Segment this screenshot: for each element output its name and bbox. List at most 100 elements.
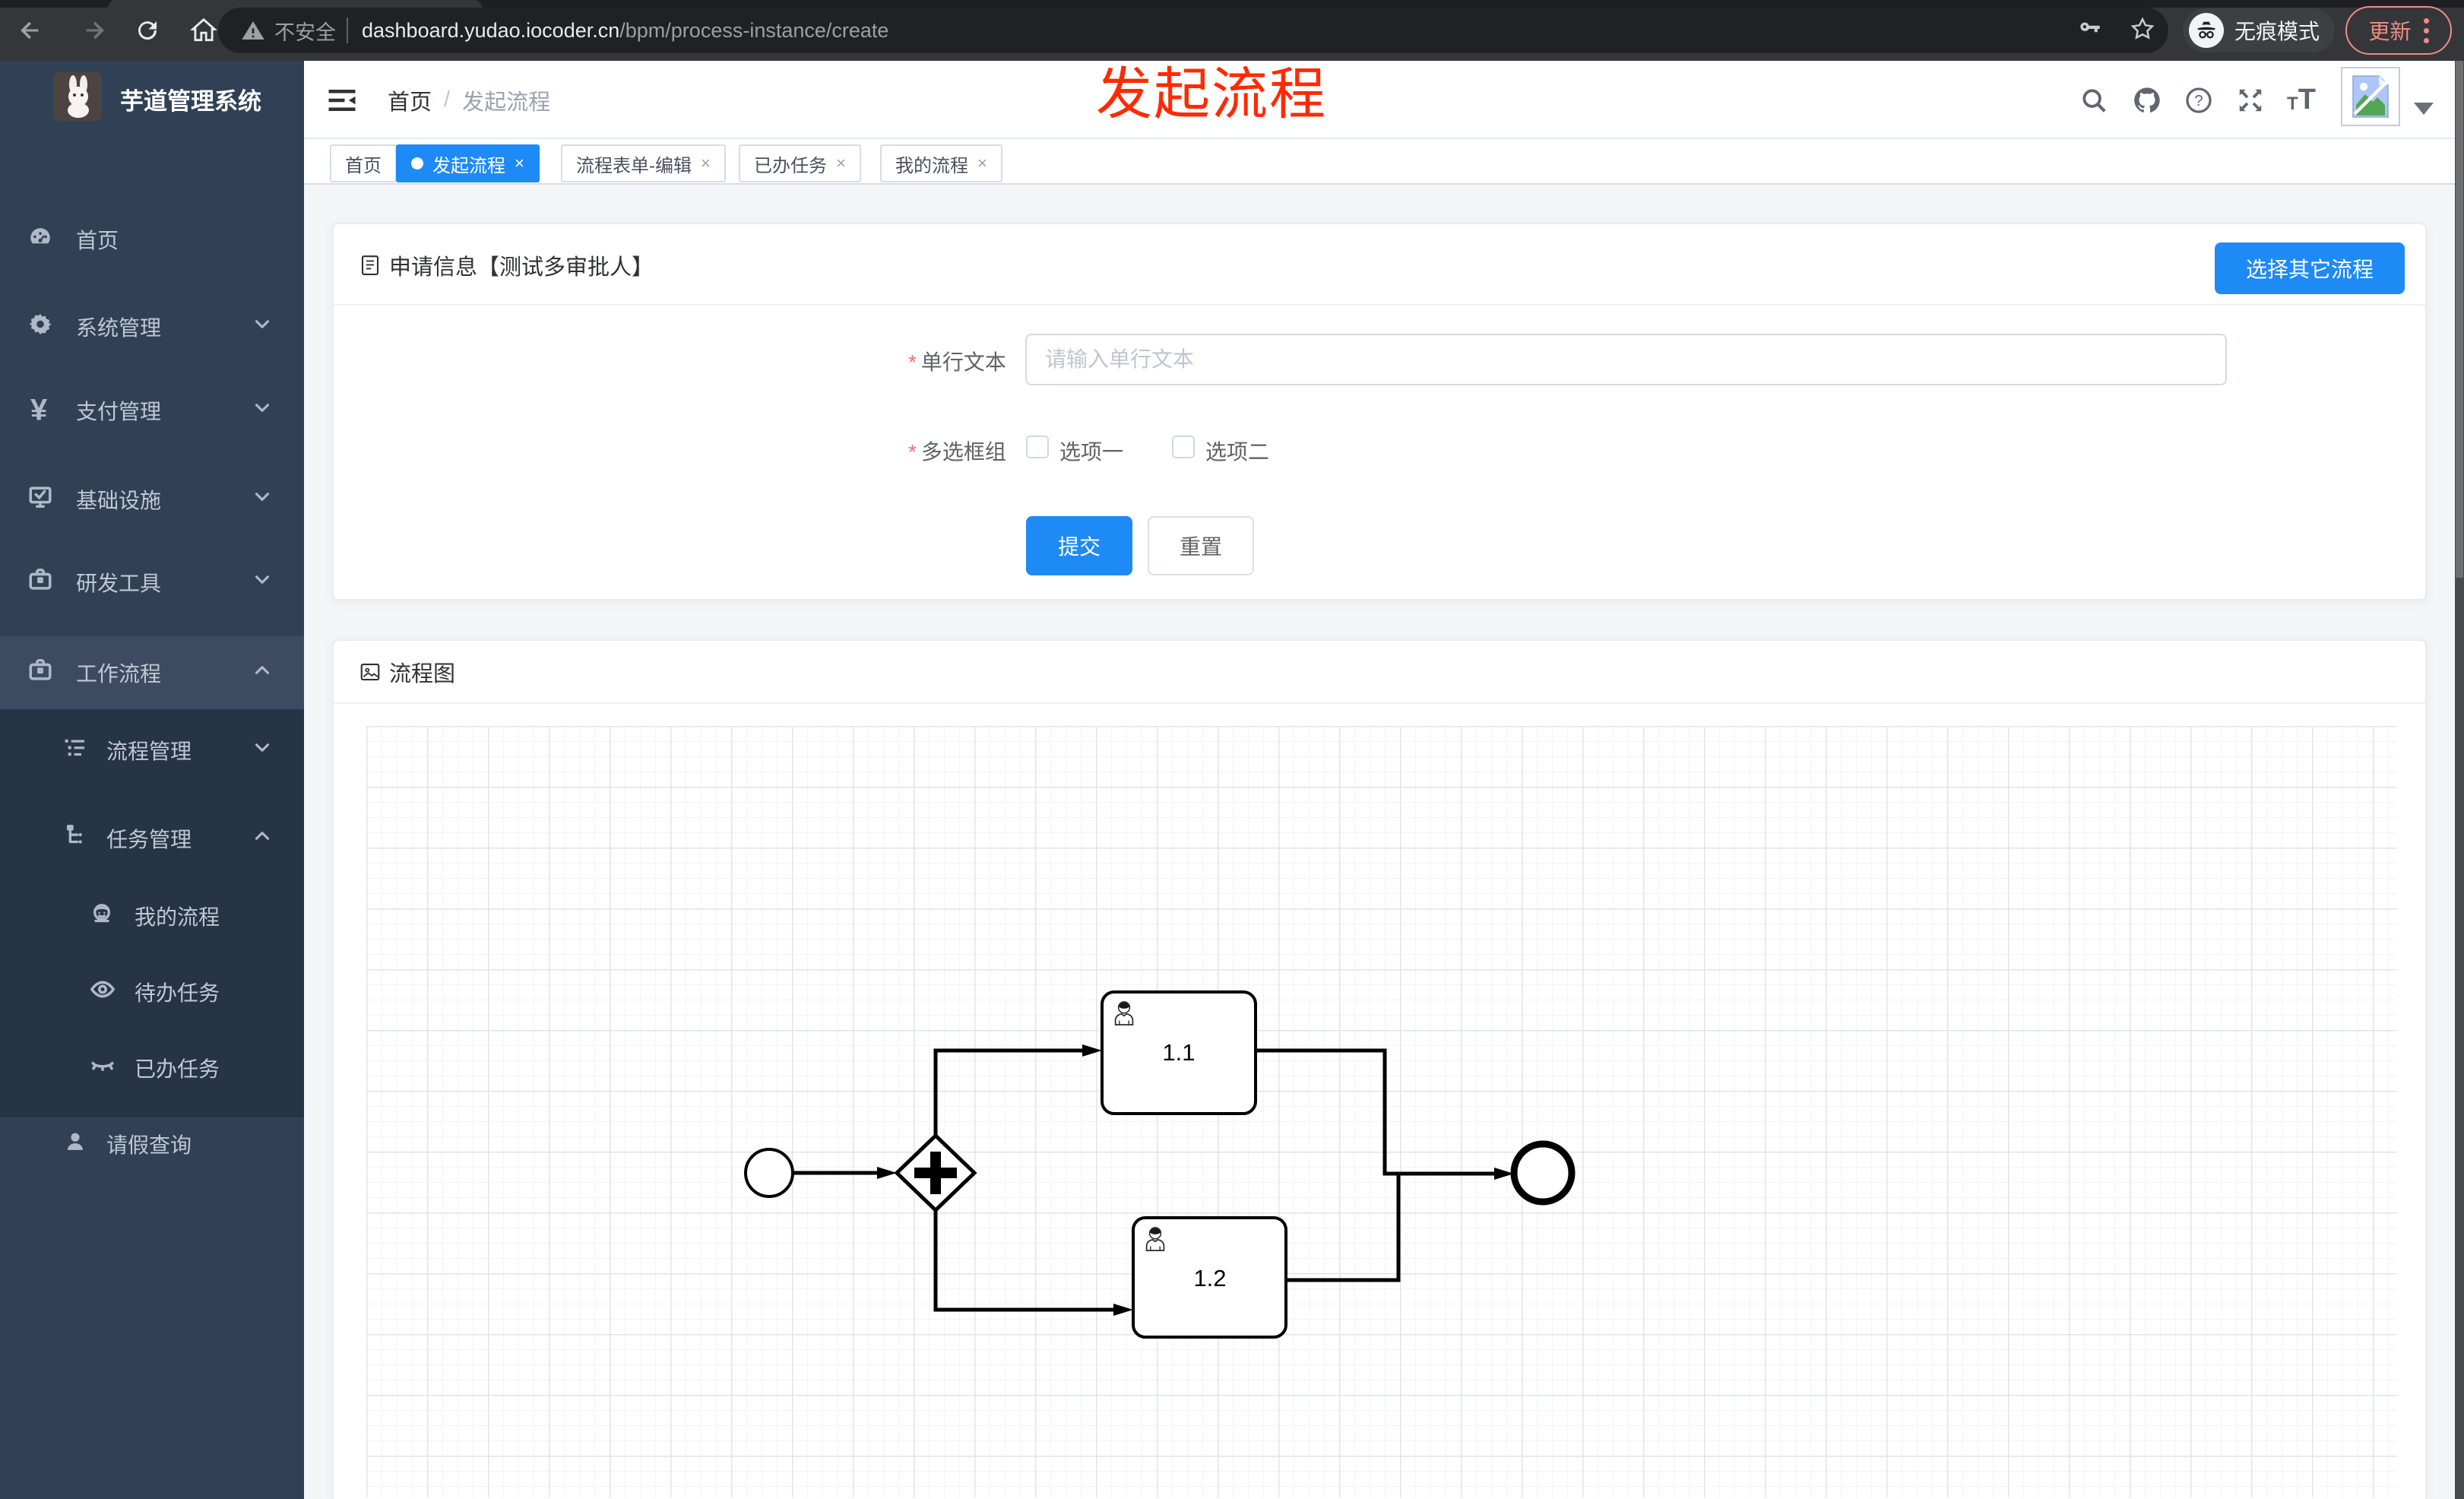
close-icon[interactable]: × xyxy=(977,154,987,173)
sidebar-item-label: 首页 xyxy=(76,229,119,252)
app-title: 芋道管理系统 xyxy=(120,88,261,115)
sidebar-item-label: 请假查询 xyxy=(106,1133,192,1157)
sidebar-item-task-mgmt[interactable]: 任务管理 xyxy=(0,800,304,876)
window-scrollbar[interactable] xyxy=(2455,61,2464,1499)
eye-closed-icon xyxy=(90,1053,116,1084)
sidebar-item-workflow[interactable]: 工作流程 xyxy=(0,636,304,709)
flow-gateway-to-task1 xyxy=(933,1048,1082,1136)
submit-button[interactable]: 提交 xyxy=(1026,516,1132,575)
page-url[interactable]: dashboard.yudao.iocoder.cn/bpm/process-i… xyxy=(362,19,888,43)
app-logo xyxy=(53,72,102,121)
sidebar-item-label: 支付管理 xyxy=(76,400,162,423)
sidebar: 芋道管理系统 首页 系统管理 ¥ 支付管理 基础设施 研发工具 工作流程 流程管… xyxy=(0,61,304,1499)
tab-label: 已办任务 xyxy=(754,155,827,176)
tab-home[interactable]: 首页 xyxy=(330,144,397,182)
breadcrumb-current: 发起流程 xyxy=(462,90,551,115)
briefcase-icon xyxy=(27,567,53,598)
breadcrumb: 首页 / 发起流程 xyxy=(388,61,550,139)
user-task-1-2[interactable]: 1.2 xyxy=(1132,1216,1287,1339)
tab-start-process[interactable]: 发起流程 × xyxy=(396,144,540,182)
reload-icon[interactable] xyxy=(126,0,169,61)
field-label-checkbox-group: * 多选框组 xyxy=(908,440,1006,464)
key-icon[interactable] xyxy=(2077,16,2103,46)
sidebar-item-payment[interactable]: ¥ 支付管理 xyxy=(0,372,304,448)
card-title-row: 流程图 xyxy=(359,651,455,692)
chevron-down-icon xyxy=(251,486,274,514)
sidebar-item-label: 待办任务 xyxy=(135,981,220,1005)
fullscreen-icon[interactable] xyxy=(2228,61,2273,139)
close-icon[interactable]: × xyxy=(836,154,846,173)
kebab-menu-icon[interactable] xyxy=(2423,17,2429,43)
eye-open-icon xyxy=(90,977,116,1008)
warning-icon[interactable] xyxy=(241,18,265,43)
chevron-up-icon xyxy=(251,659,274,687)
incognito-label: 无痕模式 xyxy=(2234,20,2320,43)
tab-process-form-edit[interactable]: 流程表单-编辑 × xyxy=(561,144,726,182)
sidebar-item-label: 已办任务 xyxy=(135,1057,220,1081)
sidebar-item-home[interactable]: 首页 xyxy=(0,201,304,277)
bpmn-canvas[interactable]: 1.1 1.2 xyxy=(366,726,2397,1497)
svg-text:?: ? xyxy=(2194,92,2203,109)
active-dot xyxy=(411,157,423,170)
sidebar-item-todo-tasks[interactable]: 待办任务 xyxy=(0,954,304,1030)
help-icon[interactable]: ? xyxy=(2176,61,2222,139)
font-size-icon[interactable]: TT xyxy=(2279,61,2324,139)
sidebar-item-infrastructure[interactable]: 基础设施 xyxy=(0,461,304,537)
sidebar-item-devtools[interactable]: 研发工具 xyxy=(0,544,304,620)
required-asterisk: * xyxy=(908,440,917,464)
scrollbar-thumb[interactable] xyxy=(2456,61,2463,578)
search-icon[interactable] xyxy=(2071,61,2117,139)
close-icon[interactable]: × xyxy=(515,154,524,173)
sidebar-collapse-icon[interactable] xyxy=(319,61,365,139)
gear-icon xyxy=(27,312,53,343)
choose-other-process-button[interactable]: 选择其它流程 xyxy=(2215,242,2405,294)
sidebar-item-my-process[interactable]: 我的流程 xyxy=(0,878,304,954)
sidebar-item-leave-query[interactable]: 请假查询 xyxy=(0,1106,304,1182)
tab-done-tasks[interactable]: 已办任务 × xyxy=(739,144,861,182)
list-icon xyxy=(63,736,87,765)
security-label[interactable]: 不安全 xyxy=(274,16,336,46)
checkbox-option-1[interactable] xyxy=(1026,436,1049,458)
star-icon[interactable] xyxy=(2129,15,2156,46)
field-label-single-line: * 单行文本 xyxy=(908,350,1006,374)
incognito-badge: 无痕模式 xyxy=(2183,8,2335,52)
chevron-up-icon xyxy=(251,825,274,853)
sidebar-item-system[interactable]: 系统管理 xyxy=(0,289,304,365)
start-event[interactable] xyxy=(744,1148,794,1198)
tab-label: 我的流程 xyxy=(895,155,968,176)
user-task-1-1[interactable]: 1.1 xyxy=(1101,990,1257,1115)
single-line-text-input[interactable] xyxy=(1025,334,2227,385)
breadcrumb-home[interactable]: 首页 xyxy=(388,84,432,116)
checkbox-label-1[interactable]: 选项一 xyxy=(1059,436,1123,466)
face-icon xyxy=(90,902,114,931)
checkbox-option-2[interactable] xyxy=(1172,436,1195,458)
caret-down-icon[interactable] xyxy=(2414,103,2434,115)
sidebar-item-label: 任务管理 xyxy=(106,828,192,851)
sidebar-item-done-tasks[interactable]: 已办任务 xyxy=(0,1030,304,1106)
apply-card-title: 申请信息【测试多审批人】 xyxy=(389,255,654,280)
checkbox-label-2[interactable]: 选项二 xyxy=(1205,436,1269,466)
close-icon[interactable]: × xyxy=(701,154,711,173)
picture-icon xyxy=(360,663,380,681)
chevron-down-icon xyxy=(251,569,274,597)
reset-button[interactable]: 重置 xyxy=(1148,516,1254,575)
end-event[interactable] xyxy=(1510,1140,1576,1206)
tab-my-process[interactable]: 我的流程 × xyxy=(880,144,1002,182)
diagram-card-title: 流程图 xyxy=(389,662,456,686)
parallel-gateway[interactable] xyxy=(894,1133,977,1213)
tab-label: 首页 xyxy=(345,155,382,176)
tab-label: 流程表单-编辑 xyxy=(576,155,692,176)
card-divider xyxy=(334,304,2425,306)
sidebar-logo-row[interactable]: 芋道管理系统 xyxy=(0,61,304,160)
monitor-icon xyxy=(27,484,53,515)
browser-update-button[interactable]: 更新 xyxy=(2345,6,2452,55)
browser-tabstrip xyxy=(0,0,2464,8)
forward-icon[interactable] xyxy=(73,0,116,61)
breadcrumb-separator: / xyxy=(444,87,451,112)
github-icon[interactable] xyxy=(2124,61,2170,139)
flow-diagram-card: 流程图 1.1 1.2 xyxy=(332,639,2427,1499)
avatar[interactable] xyxy=(2341,67,2400,126)
back-icon[interactable] xyxy=(9,0,52,61)
address-bar[interactable]: 不安全 dashboard.yudao.iocoder.cn/bpm/proce… xyxy=(218,8,2168,53)
sidebar-item-process-mgmt[interactable]: 流程管理 xyxy=(0,712,304,788)
